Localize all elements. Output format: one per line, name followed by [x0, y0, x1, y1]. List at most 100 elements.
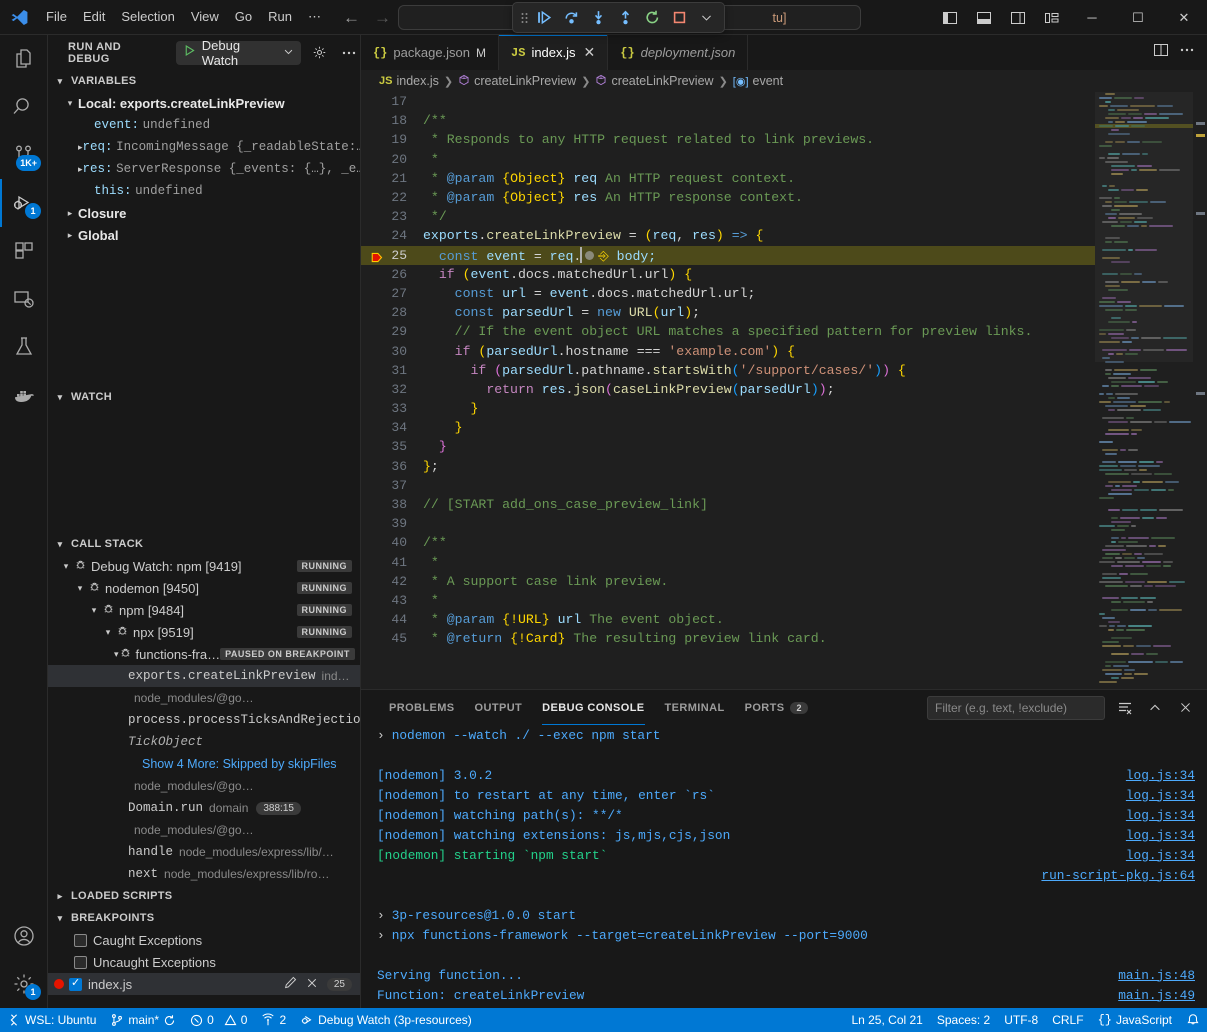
code-editor[interactable]: 17 18/**19 * Responds to any HTTP request…: [361, 92, 1207, 689]
status-problems[interactable]: 0 0: [183, 1008, 254, 1032]
callstack-row[interactable]: node_modules/@go…: [48, 687, 360, 709]
tab-index-js[interactable]: JS index.js ✕: [499, 35, 608, 70]
status-cursor-position[interactable]: Ln 25, Col 21: [844, 1008, 929, 1032]
toggle-panel-icon[interactable]: [967, 0, 1001, 35]
sidebar-more-actions-icon[interactable]: [339, 42, 360, 64]
menu-view[interactable]: View: [183, 6, 227, 28]
code-line[interactable]: 29 // If the event object URL matches a …: [361, 322, 1207, 341]
toggle-secondary-sidebar-icon[interactable]: [1001, 0, 1035, 35]
status-git-branch[interactable]: main*: [103, 1008, 183, 1032]
status-ports[interactable]: 2: [254, 1008, 293, 1032]
code-line[interactable]: 45 * @return {!Card} The resulting previ…: [361, 629, 1207, 648]
callstack-row[interactable]: ▾npm [9484]RUNNING: [48, 599, 360, 621]
code-line[interactable]: 30 if (parsedUrl.hostname === 'example.c…: [361, 341, 1207, 360]
navigate-back-icon[interactable]: ←: [343, 9, 360, 26]
variable-row-res[interactable]: ▸ res: ServerResponse {_events: {…}, _e…: [48, 158, 360, 180]
line-number[interactable]: 44: [361, 612, 423, 627]
callstack-row[interactable]: ▾npx [9519]RUNNING: [48, 621, 360, 643]
code-line[interactable]: 28 const parsedUrl = new URL(url);: [361, 303, 1207, 322]
code-line[interactable]: 44 * @param {!URL} url The event object.: [361, 610, 1207, 629]
line-number[interactable]: 27: [361, 286, 423, 301]
section-header-loaded-scripts[interactable]: ▸ LOADED SCRIPTS: [48, 885, 360, 907]
callstack-row[interactable]: handlenode_modules/express/lib/…: [48, 841, 360, 863]
breakpoint-marker-icon[interactable]: [371, 251, 384, 264]
line-number[interactable]: 42: [361, 574, 423, 589]
status-encoding[interactable]: UTF-8: [997, 1008, 1045, 1032]
menu-edit[interactable]: Edit: [75, 6, 113, 28]
code-line[interactable]: 18/**: [361, 111, 1207, 130]
line-number[interactable]: 17: [361, 94, 423, 109]
callstack-row[interactable]: Show 4 More: Skipped by skipFiles: [48, 753, 360, 775]
debug-toolbar[interactable]: [512, 2, 725, 33]
checkbox[interactable]: [69, 978, 82, 991]
console-source-link[interactable]: log.js:34: [1126, 828, 1195, 843]
debug-console-output[interactable]: ›nodemon --watch ./ --exec npm start[nod…: [361, 725, 1207, 1008]
code-line[interactable]: 35 }: [361, 437, 1207, 456]
line-number[interactable]: 31: [361, 363, 423, 378]
code-line[interactable]: 25 const event = req.⎆ body;: [361, 246, 1207, 265]
line-number[interactable]: 26: [361, 267, 423, 282]
editor-tabs[interactable]: {} package.json M JS index.js ✕ {} deplo…: [361, 35, 1207, 70]
menu-go[interactable]: Go: [227, 6, 260, 28]
tab-debug-console[interactable]: DEBUG CONSOLE: [532, 690, 654, 725]
breadcrumb-symbol-2[interactable]: createLinkPreview: [595, 74, 713, 89]
tab-problems[interactable]: PROBLEMS: [379, 690, 465, 725]
variables-scope-row[interactable]: ▾ Local: exports.createLinkPreview: [48, 92, 360, 114]
code-line[interactable]: 21 * @param {Object} req An HTTP request…: [361, 169, 1207, 188]
section-header-callstack[interactable]: ▾ CALL STACK: [48, 533, 360, 555]
section-header-watch[interactable]: ▾ WATCH: [48, 386, 360, 408]
line-number[interactable]: 19: [361, 132, 423, 147]
code-line[interactable]: 31 if (parsedUrl.pathname.startsWith('/s…: [361, 361, 1207, 380]
debug-step-out-icon[interactable]: [613, 5, 638, 30]
debug-step-over-icon[interactable]: [559, 5, 584, 30]
breadcrumb-symbol-3[interactable]: [◉] event: [733, 74, 783, 88]
debug-toolbar-grip-icon[interactable]: [518, 5, 530, 30]
callstack-row[interactable]: nextnode_modules/express/lib/ro…: [48, 863, 360, 885]
editor-overview-ruler[interactable]: [1193, 92, 1207, 689]
line-number[interactable]: 37: [361, 478, 423, 493]
code-line[interactable]: 36};: [361, 457, 1207, 476]
edit-breakpoint-pencil-icon[interactable]: [284, 976, 297, 992]
tab-deployment-json[interactable]: {} deployment.json: [608, 35, 748, 70]
line-number[interactable]: 18: [361, 113, 423, 128]
code-line[interactable]: 38// [START add_ons_case_preview_link]: [361, 495, 1207, 514]
tab-terminal[interactable]: TERMINAL: [655, 690, 735, 725]
console-filter-input[interactable]: Filter (e.g. text, !exclude): [927, 696, 1105, 720]
line-number[interactable]: 39: [361, 516, 423, 531]
console-source-link[interactable]: log.js:34: [1126, 788, 1195, 803]
line-number[interactable]: 38: [361, 497, 423, 512]
chevron-right-icon[interactable]: ▸: [62, 230, 78, 241]
activity-bar[interactable]: 1K+ 1 1: [0, 35, 48, 1008]
status-bar[interactable]: WSL: Ubuntu main* 0 0 2 Debug Watch (3p-…: [0, 1008, 1207, 1032]
code-line[interactable]: 19 * Responds to any HTTP request relate…: [361, 130, 1207, 149]
code-line[interactable]: 39: [361, 514, 1207, 533]
menu-file[interactable]: File: [38, 6, 75, 28]
line-number[interactable]: 24: [361, 228, 423, 243]
breadcrumb[interactable]: JS index.js ❯ createLinkPreview ❯ create…: [361, 70, 1207, 92]
customize-layout-icon[interactable]: [1035, 0, 1069, 35]
variable-row-req[interactable]: ▸ req: IncomingMessage {_readableState:…: [48, 136, 360, 158]
line-number[interactable]: 45: [361, 631, 423, 646]
checkbox[interactable]: [74, 956, 87, 969]
code-line[interactable]: 32 return res.json(caseLinkPreview(parse…: [361, 380, 1207, 399]
line-number[interactable]: 33: [361, 401, 423, 416]
remove-breakpoint-close-icon[interactable]: [306, 977, 318, 992]
chevron-right-icon[interactable]: ▸: [62, 208, 78, 219]
tab-output[interactable]: OUTPUT: [465, 690, 533, 725]
activitybar-docker-icon[interactable]: [0, 371, 48, 419]
code-line[interactable]: 27 const url = event.docs.matchedUrl.url…: [361, 284, 1207, 303]
menu-selection[interactable]: Selection: [113, 6, 182, 28]
suggestion-widget-icon[interactable]: ⎆: [598, 249, 608, 264]
menu-more[interactable]: ⋯: [300, 6, 329, 28]
line-number[interactable]: 41: [361, 555, 423, 570]
callstack-row[interactable]: node_modules/@go…: [48, 775, 360, 797]
menu-bar[interactable]: File Edit Selection View Go Run ⋯: [38, 0, 329, 35]
code-line[interactable]: 42 * A support case link preview.: [361, 572, 1207, 591]
status-eol[interactable]: CRLF: [1045, 1008, 1090, 1032]
variable-scope-global[interactable]: ▸ Global: [48, 224, 360, 246]
debug-toolbar-chevron-down-icon[interactable]: [694, 5, 719, 30]
breakpoint-index-js[interactable]: index.js 25: [48, 973, 360, 995]
window-close-button[interactable]: ✕: [1161, 0, 1207, 35]
navigate-forward-icon[interactable]: →: [374, 9, 391, 26]
panel-tabs[interactable]: PROBLEMS OUTPUT DEBUG CONSOLE TERMINAL P…: [361, 690, 1207, 725]
